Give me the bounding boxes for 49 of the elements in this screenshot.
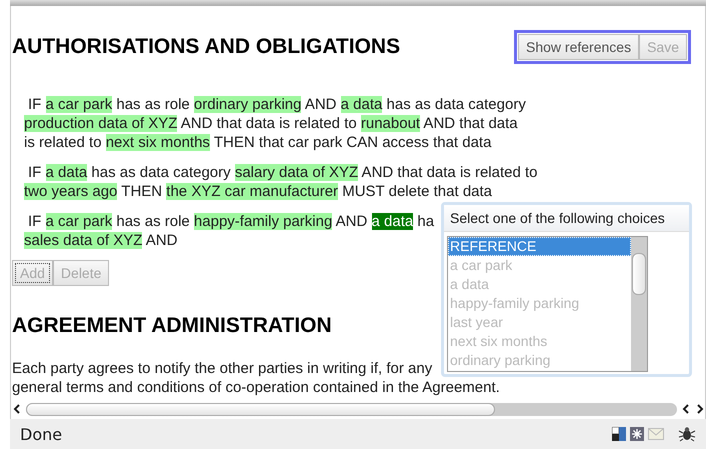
scroll-right-icon[interactable]: [695, 404, 705, 414]
rule-text: THEN: [120, 183, 164, 200]
term-highlight[interactable]: a data: [46, 164, 88, 181]
bug-icon[interactable]: [678, 426, 696, 442]
scroll-left-icon[interactable]: [681, 404, 691, 414]
term-highlight[interactable]: runabout: [360, 115, 420, 132]
term-highlight[interactable]: happy-family parking: [194, 213, 332, 230]
term-highlight[interactable]: the XYZ car manufacturer: [166, 183, 338, 200]
rule-text: ha: [416, 213, 434, 230]
choice-listbox[interactable]: REFERENCE a car park a data happy-family parking last year next six months ordinary parking: [447, 236, 648, 372]
rule-text: is related to: [24, 134, 103, 151]
rule-text: IF: [28, 164, 42, 181]
rule-text: IF: [28, 96, 42, 113]
horizontal-scrollbar[interactable]: [26, 402, 677, 416]
toolbar-button[interactable]: Show references: [518, 34, 640, 60]
popup-title: Select one of the following choices: [444, 205, 689, 232]
rule-text: has as role: [115, 96, 191, 113]
choice-option[interactable]: REFERENCE: [448, 237, 631, 256]
term-highlight[interactable]: two years ago: [24, 183, 118, 200]
term-highlight[interactable]: salary data of XYZ: [234, 164, 358, 181]
grid-icon[interactable]: [612, 427, 626, 441]
vertical-scrollbar[interactable]: [631, 237, 647, 371]
paragraph-line: Each party agrees to notify the other parties in writing if, for any: [12, 359, 432, 378]
rule-text: MUST delete that data: [341, 183, 492, 200]
term-highlight[interactable]: production data of XYZ: [24, 115, 178, 132]
rule-text: has as role: [115, 213, 191, 230]
section-heading: AUTHORISATIONS AND OBLIGATIONS: [12, 35, 400, 59]
status-text: Done: [20, 424, 62, 444]
rule-text: THEN that car park CAN access that data: [212, 134, 492, 151]
rule-text: IF: [28, 213, 42, 230]
term-highlight[interactable]: sales data of XYZ: [24, 232, 142, 249]
rule-text: AND: [144, 232, 178, 249]
rule-text: AND: [304, 96, 338, 113]
term-highlight[interactable]: a data: [372, 213, 414, 230]
section-heading: AGREEMENT ADMINISTRATION: [12, 314, 332, 338]
term-highlight[interactable]: next six months: [106, 134, 210, 151]
rule-text: has as data category: [386, 96, 526, 113]
term-highlight[interactable]: ordinary parking: [194, 96, 302, 113]
snowflake-icon[interactable]: [630, 427, 644, 441]
rule-text: AND that data: [422, 115, 518, 132]
rule-text: AND: [334, 213, 368, 230]
rule-text: AND that data is related to: [180, 115, 358, 132]
term-highlight[interactable]: a car park: [46, 213, 112, 230]
term-highlight[interactable]: a data: [340, 96, 382, 113]
rule-text: has as data category: [90, 164, 232, 181]
paragraph-line: general terms and conditions of co-operation contained in the Agreement.: [12, 378, 500, 397]
rule-text: AND that data is related to: [360, 164, 538, 181]
scroll-left-icon[interactable]: [12, 404, 22, 414]
term-highlight[interactable]: a car park: [46, 96, 112, 113]
